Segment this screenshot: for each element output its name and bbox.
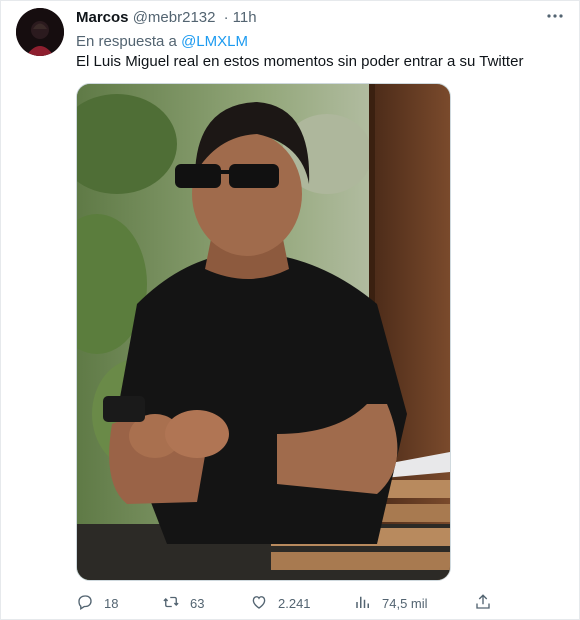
tweet-header: Marcos @mebr2132 · 11h bbox=[76, 9, 257, 26]
like-button[interactable]: 2.241 bbox=[250, 592, 311, 614]
reply-icon bbox=[76, 593, 104, 614]
reply-count: 18 bbox=[104, 595, 119, 611]
share-button[interactable] bbox=[474, 592, 502, 614]
heart-icon bbox=[250, 593, 278, 614]
views-button[interactable]: 74,5 mil bbox=[354, 592, 428, 614]
tweet-photo[interactable] bbox=[76, 83, 451, 581]
views-icon bbox=[354, 593, 382, 614]
retweet-count: 63 bbox=[190, 595, 205, 611]
author-name[interactable]: Marcos bbox=[76, 9, 129, 26]
reply-mention-link[interactable]: @LMXLM bbox=[181, 33, 248, 50]
reply-label: En respuesta a bbox=[76, 33, 177, 50]
views-count: 74,5 mil bbox=[382, 595, 428, 611]
retweet-icon bbox=[162, 593, 190, 614]
separator-dot: · bbox=[223, 9, 229, 26]
tweet-text: El Luis Miguel real en estos momentos si… bbox=[76, 53, 524, 70]
timestamp[interactable]: 11h bbox=[233, 9, 257, 26]
reply-button[interactable]: 18 bbox=[76, 592, 118, 614]
like-count: 2.241 bbox=[278, 595, 311, 611]
more-icon[interactable] bbox=[544, 6, 566, 26]
tweet-actions: 18 63 2.241 74,5 mil bbox=[76, 592, 496, 616]
avatar[interactable] bbox=[16, 8, 64, 56]
reply-context: En respuesta a @LMXLM bbox=[76, 33, 248, 50]
author-handle[interactable]: @mebr2132 bbox=[133, 9, 216, 26]
share-icon bbox=[474, 593, 502, 614]
retweet-button[interactable]: 63 bbox=[162, 592, 204, 614]
